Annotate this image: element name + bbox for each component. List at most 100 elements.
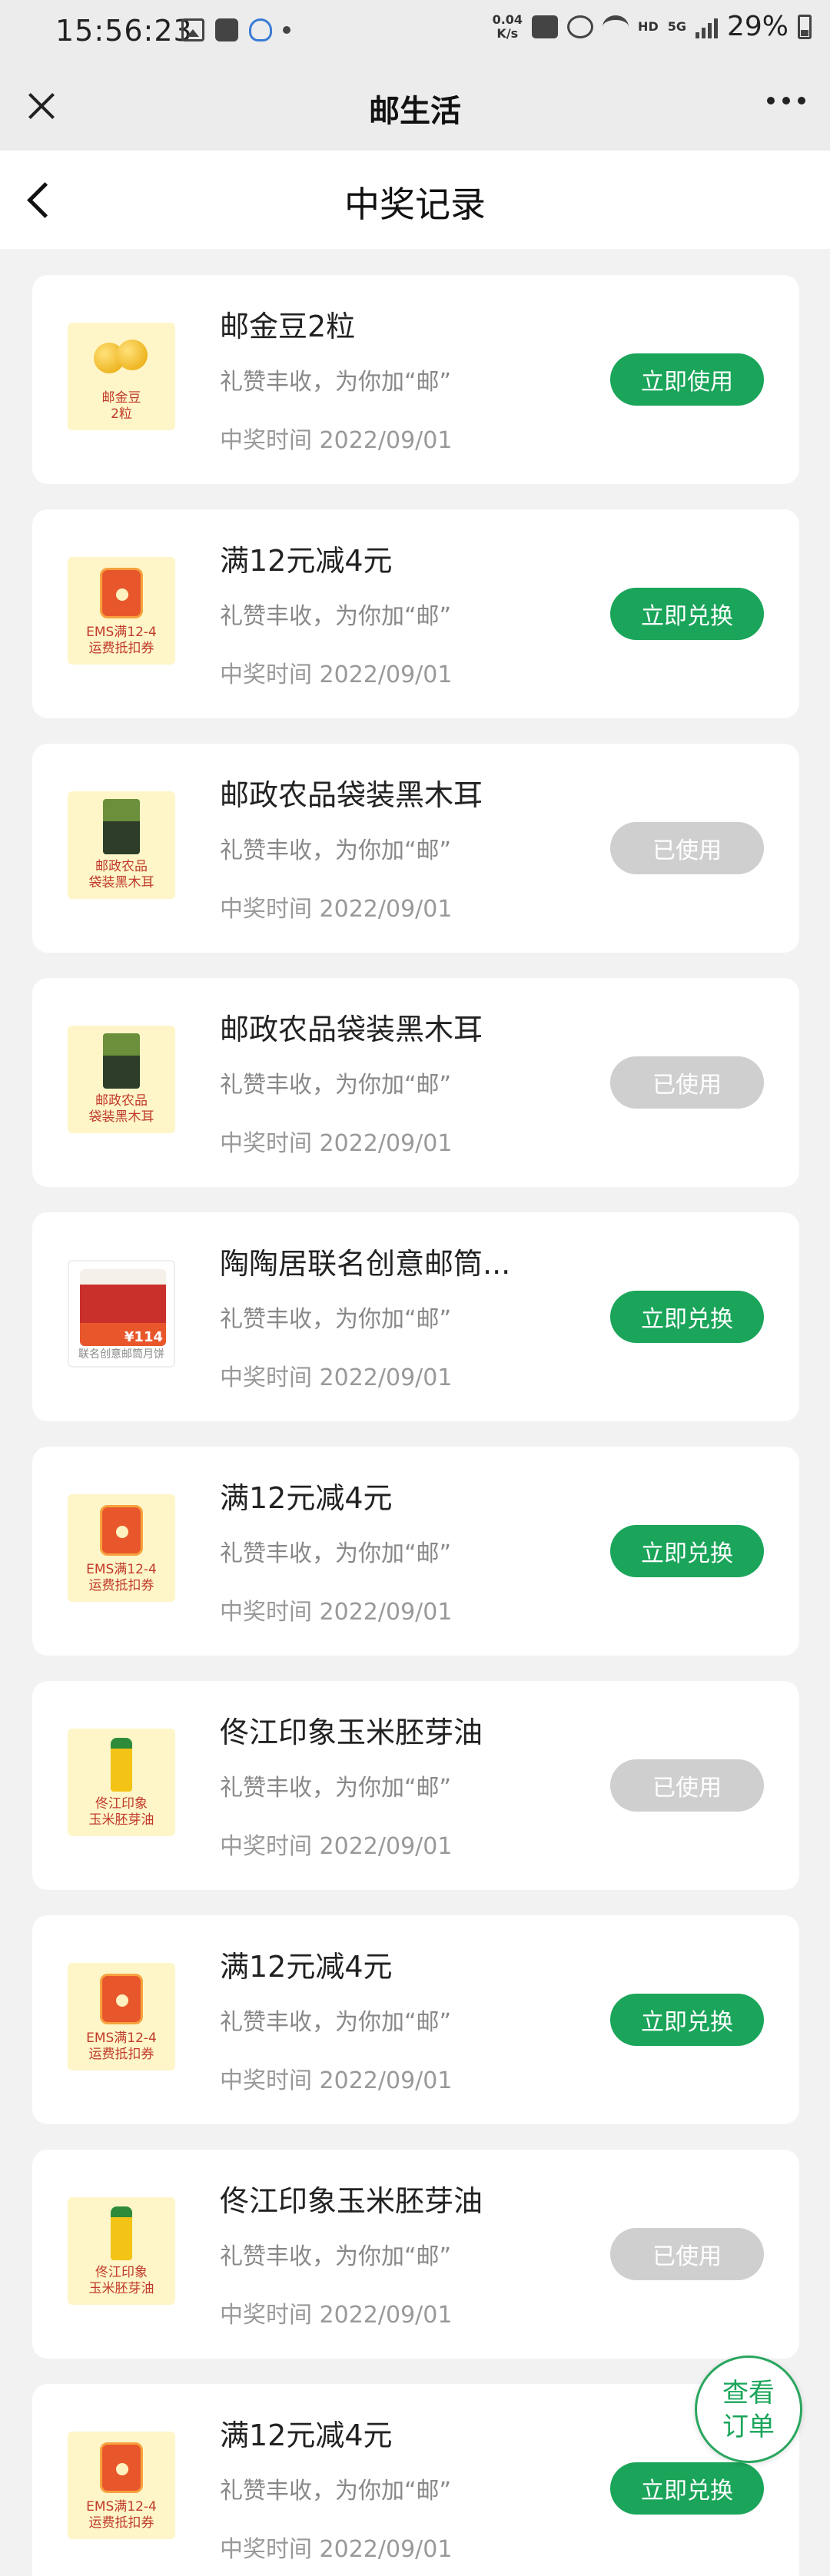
prize-time: 中奖时间 2022/09/01: [220, 896, 453, 923]
alarm-icon: [567, 15, 594, 38]
thumbnail-price: ¥114: [124, 1329, 163, 1345]
hd-indicator: HD: [638, 19, 659, 34]
prize-time: 中奖时间 2022/09/01: [220, 2536, 453, 2563]
page-navbar: 中奖记录: [0, 151, 830, 249]
prize-record-card[interactable]: EMS满12-4 运费抵扣券 满12元减4元礼赞丰收，为你加“邮” 中奖时间 202…: [32, 2384, 799, 2576]
used-status-button: 已使用: [610, 2228, 764, 2280]
prize-time: 中奖时间 2022/09/01: [220, 1833, 453, 1860]
product-package-icon: [100, 1505, 143, 1556]
prize-title: 满12元减4元: [220, 1950, 393, 1984]
prize-thumbnail: 佟江印象 玉米胚芽油: [68, 1729, 175, 1836]
prize-record-card[interactable]: ¥114 联名创意邮筒月饼 陶陶居联名创意邮筒... 礼赞丰收，为你加“邮” 中奖时间 …: [32, 1212, 799, 1421]
prize-title: 佟江印象玉米胚芽油: [220, 2184, 483, 2218]
prize-record-card[interactable]: 邮政农品 袋装黑木耳 邮政农品袋装黑木耳礼赞丰收，为你加“邮” 中奖时间 2022/…: [32, 744, 799, 953]
wifi-icon: [603, 15, 629, 38]
app-title: 邮生活: [369, 94, 461, 129]
thumbnail-label: 邮政农品 袋装黑木耳: [88, 859, 154, 890]
gallery-icon: [181, 18, 204, 41]
page-title: 中奖记录: [344, 184, 486, 225]
prize-time: 中奖时间 2022/09/01: [220, 2302, 453, 2329]
app-header: 邮生活: [0, 66, 830, 151]
prize-subtitle: 礼赞丰收，为你加“邮”: [220, 1775, 452, 1802]
prize-record-card[interactable]: EMS满12-4 运费抵扣券 满12元减4元 礼赞丰收，为你加“邮” 中奖时间 202…: [32, 1447, 799, 1656]
message-icon: [215, 18, 238, 41]
prize-subtitle: 礼赞丰收，为你加“邮”: [220, 2478, 452, 2505]
status-bar: 15:56:23 0.04 K/s HD 5G 29%: [0, 0, 830, 66]
used-status-button: 已使用: [610, 1759, 764, 1812]
prize-subtitle: 礼赞丰收，为你加“邮”: [220, 2243, 452, 2270]
prize-subtitle: 礼赞丰收，为你加“邮”: [220, 369, 452, 396]
redeem-button[interactable]: 立即使用: [610, 353, 764, 406]
product-package-icon: [100, 568, 143, 618]
redeem-button[interactable]: 立即兑换: [610, 1291, 764, 1343]
prize-title: 满12元减4元: [220, 544, 393, 578]
product-package-icon: [100, 2442, 143, 2493]
redeem-button[interactable]: 立即兑换: [610, 1994, 764, 2046]
view-orders-line1: 查看: [722, 2378, 775, 2409]
oil-bottle-icon: [111, 1738, 132, 1792]
network-speed: 0.04 K/s: [492, 12, 523, 41]
prize-subtitle: 礼赞丰收，为你加“邮”: [220, 837, 452, 864]
thumbnail-label: 邮金豆 2粒: [101, 390, 141, 422]
thumbnail-label: 佟江印象 玉米胚芽油: [88, 1796, 154, 1828]
prize-title: 邮金豆2粒: [220, 310, 356, 343]
oil-bottle-icon: [111, 2206, 132, 2260]
redeem-button[interactable]: 立即兑换: [610, 588, 764, 640]
prize-title: 满12元减4元: [220, 1481, 393, 1515]
prize-record-card[interactable]: EMS满12-4 运费抵扣券 满12元减4元 礼赞丰收，为你加“邮” 中奖时间 202…: [32, 509, 799, 718]
prize-time: 中奖时间 2022/09/01: [220, 661, 453, 688]
status-time: 15:56:23: [55, 14, 193, 48]
prize-subtitle: 礼赞丰收，为你加“邮”: [220, 1306, 452, 1333]
prize-subtitle: 礼赞丰收，为你加“邮”: [220, 1540, 452, 1567]
used-status-button: 已使用: [610, 1056, 764, 1109]
thumbnail-label: EMS满12-4 运费抵扣券: [86, 1562, 157, 1593]
prize-thumbnail: 邮金豆 2粒: [68, 323, 175, 430]
prize-thumbnail: EMS满12-4 运费抵扣券: [68, 1494, 175, 1602]
system-icons: 0.04 K/s HD 5G 29%: [493, 11, 812, 42]
network-speed-value: 0.04: [492, 12, 523, 27]
prize-thumbnail: 邮政农品 袋装黑木耳: [68, 791, 175, 899]
thumbnail-label: EMS满12-4 运费抵扣券: [86, 2031, 157, 2062]
prize-time: 中奖时间 2022/09/01: [220, 1130, 453, 1157]
redeem-button[interactable]: 立即兑换: [610, 1525, 764, 1577]
prize-title: 佟江印象玉米胚芽油: [220, 1716, 483, 1749]
notification-icons: [181, 18, 290, 41]
prize-title: 陶陶居联名创意邮筒...: [220, 1247, 511, 1281]
prize-title: 满12元减4元: [220, 2419, 393, 2452]
prize-time: 中奖时间 2022/09/01: [220, 1364, 453, 1391]
redeem-button[interactable]: 立即兑换: [610, 2462, 764, 2515]
product-package-icon: [100, 1974, 143, 2024]
battery-icon: [798, 14, 812, 39]
prize-thumbnail: EMS满12-4 运费抵扣券: [68, 557, 175, 665]
thumbnail-label: 邮政农品 袋装黑木耳: [88, 1093, 154, 1125]
product-package-icon: [103, 1033, 140, 1089]
prize-record-card[interactable]: 佟江印象 玉米胚芽油 佟江印象玉米胚芽油礼赞丰收，为你加“邮” 中奖时间 2022/…: [32, 1681, 799, 1890]
product-package-icon: [103, 799, 140, 854]
prize-time: 中奖时间 2022/09/01: [220, 427, 453, 454]
more-options-icon[interactable]: [767, 97, 805, 104]
battery-percent: 29%: [726, 11, 788, 42]
qq-icon: [249, 18, 272, 41]
used-status-button: 已使用: [610, 822, 764, 874]
prize-record-card[interactable]: 邮政农品 袋装黑木耳 邮政农品袋装黑木耳 礼赞丰收，为你加“邮” 中奖时间 2022/…: [32, 978, 799, 1187]
prize-record-card[interactable]: 邮金豆 2粒 邮金豆2粒礼赞丰收，为你加“邮” 中奖时间 2022/09/01 立即使…: [32, 275, 799, 484]
prize-title: 邮政农品袋装黑木耳: [220, 778, 483, 812]
more-notifications-dot-icon: [283, 26, 290, 34]
view-orders-button[interactable]: 查看 订单: [695, 2356, 802, 2463]
upload-message-icon: [532, 15, 559, 38]
thumbnail-label: EMS满12-4 运费抵扣券: [86, 625, 157, 656]
prize-record-list: 邮金豆 2粒 邮金豆2粒礼赞丰收，为你加“邮” 中奖时间 2022/09/01 立即使…: [32, 275, 799, 2576]
thumbnail-label: EMS满12-4 运费抵扣券: [86, 2499, 157, 2531]
prize-record-card[interactable]: 佟江印象 玉米胚芽油 佟江印象玉米胚芽油礼赞丰收，为你加“邮” 中奖时间 2022/…: [32, 2150, 799, 2359]
signal-icon: [695, 15, 718, 38]
prize-thumbnail: 佟江印象 玉米胚芽油: [68, 2197, 175, 2305]
prize-record-card[interactable]: EMS满12-4 运费抵扣券 满12元减4元礼赞丰收，为你加“邮” 中奖时间 202…: [32, 1915, 799, 2124]
network-type: 5G: [667, 19, 686, 34]
prize-subtitle: 礼赞丰收，为你加“邮”: [220, 2009, 452, 2036]
prize-thumbnail: EMS满12-4 运费抵扣券: [68, 2432, 175, 2539]
prize-thumbnail: EMS满12-4 运费抵扣券: [68, 1963, 175, 2070]
prize-subtitle: 礼赞丰收，为你加“邮”: [220, 1072, 452, 1099]
network-speed-unit: K/s: [496, 25, 519, 41]
prize-thumbnail: ¥114 联名创意邮筒月饼: [68, 1260, 175, 1368]
prize-time: 中奖时间 2022/09/01: [220, 2067, 453, 2094]
